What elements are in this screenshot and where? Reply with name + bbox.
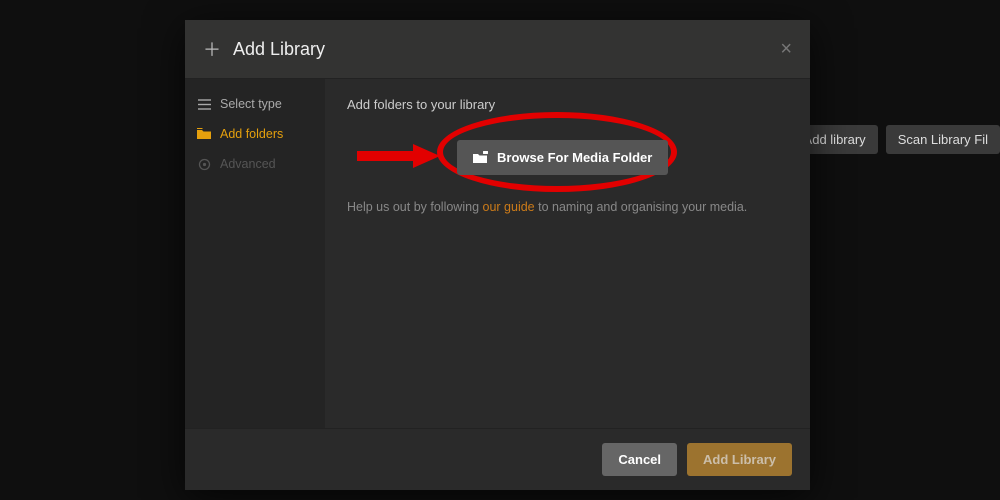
browse-media-folder-button[interactable]: Browse For Media Folder [457,140,668,175]
add-library-button[interactable]: Add Library [687,443,792,476]
sidebar-item-select-type[interactable]: Select type [185,89,325,119]
browse-button-label: Browse For Media Folder [497,150,652,165]
backdrop-action-row: Add library Scan Library Fil [792,125,1000,154]
scan-library-backdrop-button[interactable]: Scan Library Fil [886,125,1000,154]
modal-header: ＋ Add Library × [185,20,810,79]
folder-icon [197,128,211,140]
gear-icon [197,158,211,171]
wizard-sidebar: Select type Add folders Advanced [185,79,325,428]
browse-row: Browse For Media Folder [347,132,788,182]
sidebar-item-label: Select type [220,97,282,111]
cancel-button[interactable]: Cancel [602,443,677,476]
help-guide-link[interactable]: our guide [483,200,535,214]
modal-content: Add folders to your library Browse For M… [325,79,810,428]
add-library-modal: ＋ Add Library × Select type Add folders [185,20,810,490]
modal-title: Add Library [233,39,325,60]
content-heading: Add folders to your library [347,97,788,112]
help-suffix: to naming and organising your media. [535,200,748,214]
sidebar-item-add-folders[interactable]: Add folders [185,119,325,149]
sidebar-item-label: Advanced [220,157,276,171]
folder-browse-icon [473,151,489,164]
help-prefix: Help us out by following [347,200,483,214]
plus-icon: ＋ [203,36,221,62]
list-icon [197,99,211,110]
modal-title-row: ＋ Add Library [203,36,325,62]
modal-footer: Cancel Add Library [185,428,810,490]
sidebar-item-advanced[interactable]: Advanced [185,149,325,179]
modal-body: Select type Add folders Advanced Add fol… [185,79,810,428]
close-icon[interactable]: × [780,38,792,61]
help-text: Help us out by following our guide to na… [347,200,788,214]
annotation-arrow-icon [355,144,440,173]
sidebar-item-label: Add folders [220,127,283,141]
